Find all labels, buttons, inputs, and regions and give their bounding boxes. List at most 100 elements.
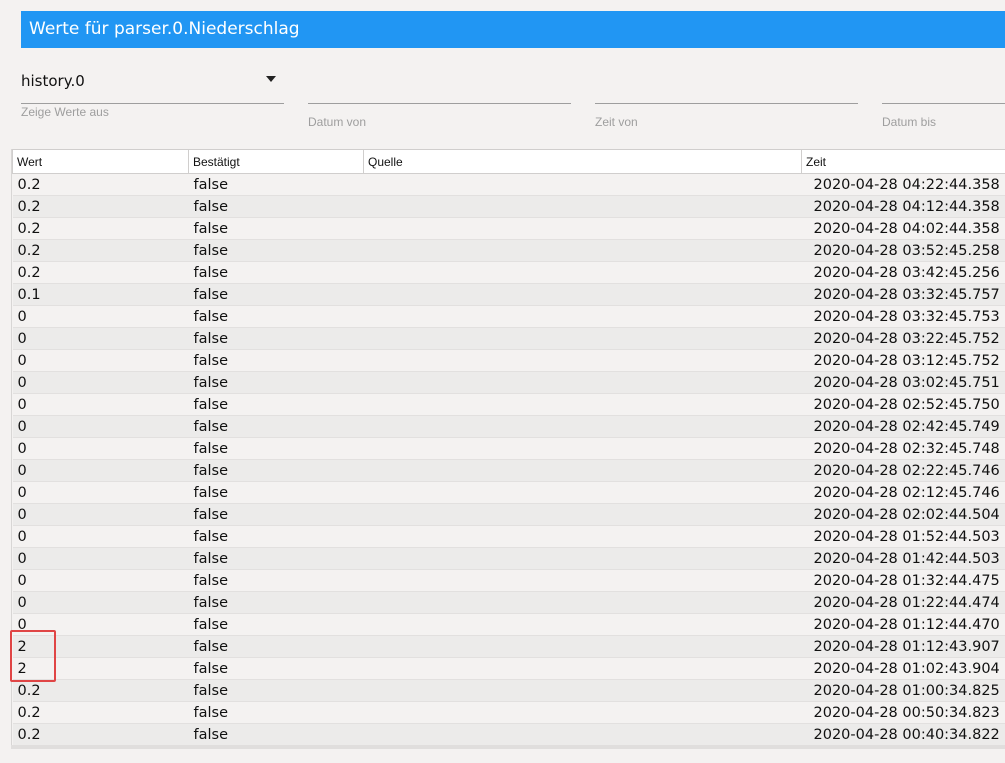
history-table: Wert Bestätigt Quelle Zeit 0.2 false 2020-… [12,149,1005,745]
cell-wert: 0.2 [12,239,189,262]
table-row[interactable]: 0.2 false 2020-04-28 01:00:34.825 [12,679,1005,702]
cell-quelle [363,635,802,658]
table-row[interactable]: 0 false 2020-04-28 03:12:45.752 [12,349,1005,372]
cell-quelle [363,459,802,482]
cell-bestaetigt: false [188,261,364,284]
cell-quelle [363,613,802,636]
cell-zeit: 2020-04-28 04:12:44.358 [801,195,1005,218]
cell-wert: 0 [12,503,189,526]
column-header-quelle[interactable]: Quelle [363,149,802,174]
cell-wert: 0.2 [12,173,189,196]
table-row[interactable]: 0 false 2020-04-28 03:22:45.752 [12,327,1005,350]
cell-bestaetigt: false [188,173,364,196]
table-header-row: Wert Bestätigt Quelle Zeit [12,149,1005,174]
date-from-label: Datum von [308,115,367,129]
cell-bestaetigt: false [188,283,364,306]
cell-wert: 2 [12,657,189,680]
cell-zeit: 2020-04-28 02:32:45.748 [801,437,1005,460]
dropdown-arrow-icon[interactable] [266,76,276,82]
cell-wert: 0.2 [12,701,189,724]
table-row[interactable]: 0 false 2020-04-28 03:32:45.753 [12,305,1005,328]
table-row[interactable]: 2 false 2020-04-28 01:02:43.904 [12,657,1005,680]
cell-quelle [363,591,802,614]
table-row[interactable]: 0.2 false 2020-04-28 03:52:45.258 [12,239,1005,262]
table-row[interactable]: 0.2 false 2020-04-28 03:42:45.256 [12,261,1005,284]
cell-zeit: 2020-04-28 04:02:44.358 [801,217,1005,240]
table-row[interactable]: 0 false 2020-04-28 01:22:44.474 [12,591,1005,614]
table-row[interactable]: 0 false 2020-04-28 01:52:44.503 [12,525,1005,548]
table-row[interactable]: 0 false 2020-04-28 02:32:45.748 [12,437,1005,460]
cell-zeit: 2020-04-28 03:32:45.753 [801,305,1005,328]
cell-quelle [363,437,802,460]
cell-bestaetigt: false [188,437,364,460]
cell-bestaetigt: false [188,503,364,526]
cell-wert: 0.2 [12,217,189,240]
cell-bestaetigt: false [188,393,364,416]
column-header-zeit[interactable]: Zeit [801,149,1005,174]
cell-quelle [363,327,802,350]
cell-bestaetigt: false [188,305,364,328]
table-row[interactable]: 0.1 false 2020-04-28 03:32:45.757 [12,283,1005,306]
table-row[interactable]: 2 false 2020-04-28 01:12:43.907 [12,635,1005,658]
cell-quelle [363,173,802,196]
date-to-input[interactable] [882,64,1005,104]
cell-zeit: 2020-04-28 03:22:45.752 [801,327,1005,350]
cell-wert: 0 [12,547,189,570]
cell-bestaetigt: false [188,459,364,482]
table-row[interactable]: 0 false 2020-04-28 01:32:44.475 [12,569,1005,592]
cell-zeit: 2020-04-28 01:22:44.474 [801,591,1005,614]
cell-zeit: 2020-04-28 04:22:44.358 [801,173,1005,196]
cell-wert: 0 [12,591,189,614]
history-table-container[interactable]: Wert Bestätigt Quelle Zeit 0.2 false 2020-… [11,149,1005,745]
table-row[interactable]: 0 false 2020-04-28 02:02:44.504 [12,503,1005,526]
table-row[interactable]: 0 false 2020-04-28 02:12:45.746 [12,481,1005,504]
cell-quelle [363,415,802,438]
cell-zeit: 2020-04-28 01:32:44.475 [801,569,1005,592]
table-row[interactable]: 0.2 false 2020-04-28 04:02:44.358 [12,217,1005,240]
cell-quelle [363,569,802,592]
cell-wert: 0.2 [12,679,189,702]
cell-quelle [363,701,802,724]
table-row[interactable]: 0.2 false 2020-04-28 04:12:44.358 [12,195,1005,218]
dialog-title: Werte für parser.0.Niederschlag [29,19,300,39]
history-instance-select[interactable]: history.0 [21,64,284,104]
cell-bestaetigt: false [188,525,364,548]
cell-bestaetigt: false [188,701,364,724]
cell-quelle [363,349,802,372]
history-instance-helper: Zeige Werte aus [21,105,109,119]
time-from-input[interactable] [595,64,858,104]
cell-zeit: 2020-04-28 02:02:44.504 [801,503,1005,526]
cell-wert: 0 [12,613,189,636]
cell-wert: 0 [12,525,189,548]
table-row[interactable]: 0 false 2020-04-28 03:02:45.751 [12,371,1005,394]
table-row[interactable]: 0.2 false 2020-04-28 00:50:34.823 [12,701,1005,724]
table-row[interactable]: 0.2 false 2020-04-28 00:40:34.822 [12,723,1005,745]
cell-zeit: 2020-04-28 03:42:45.256 [801,261,1005,284]
column-header-bestaetigt[interactable]: Bestätigt [188,149,364,174]
time-from-label: Zeit von [595,115,638,129]
date-from-input[interactable] [308,64,571,104]
table-row[interactable]: 0 false 2020-04-28 01:42:44.503 [12,547,1005,570]
table-row[interactable]: 0 false 2020-04-28 01:12:44.470 [12,613,1005,636]
cell-zeit: 2020-04-28 03:52:45.258 [801,239,1005,262]
cell-zeit: 2020-04-28 01:42:44.503 [801,547,1005,570]
cell-wert: 0 [12,371,189,394]
cell-quelle [363,217,802,240]
table-bottom-edge [11,745,1005,749]
cell-quelle [363,481,802,504]
cell-bestaetigt: false [188,569,364,592]
cell-bestaetigt: false [188,217,364,240]
cell-quelle [363,503,802,526]
cell-quelle [363,547,802,570]
table-row[interactable]: 0 false 2020-04-28 02:52:45.750 [12,393,1005,416]
table-row[interactable]: 0 false 2020-04-28 02:22:45.746 [12,459,1005,482]
history-instance-value: history.0 [21,72,85,90]
cell-bestaetigt: false [188,327,364,350]
cell-quelle [363,679,802,702]
cell-zeit: 2020-04-28 01:12:44.470 [801,613,1005,636]
table-row[interactable]: 0.2 false 2020-04-28 04:22:44.358 [12,173,1005,196]
table-row[interactable]: 0 false 2020-04-28 02:42:45.749 [12,415,1005,438]
cell-bestaetigt: false [188,481,364,504]
column-header-wert[interactable]: Wert [12,149,189,174]
cell-zeit: 2020-04-28 02:52:45.750 [801,393,1005,416]
